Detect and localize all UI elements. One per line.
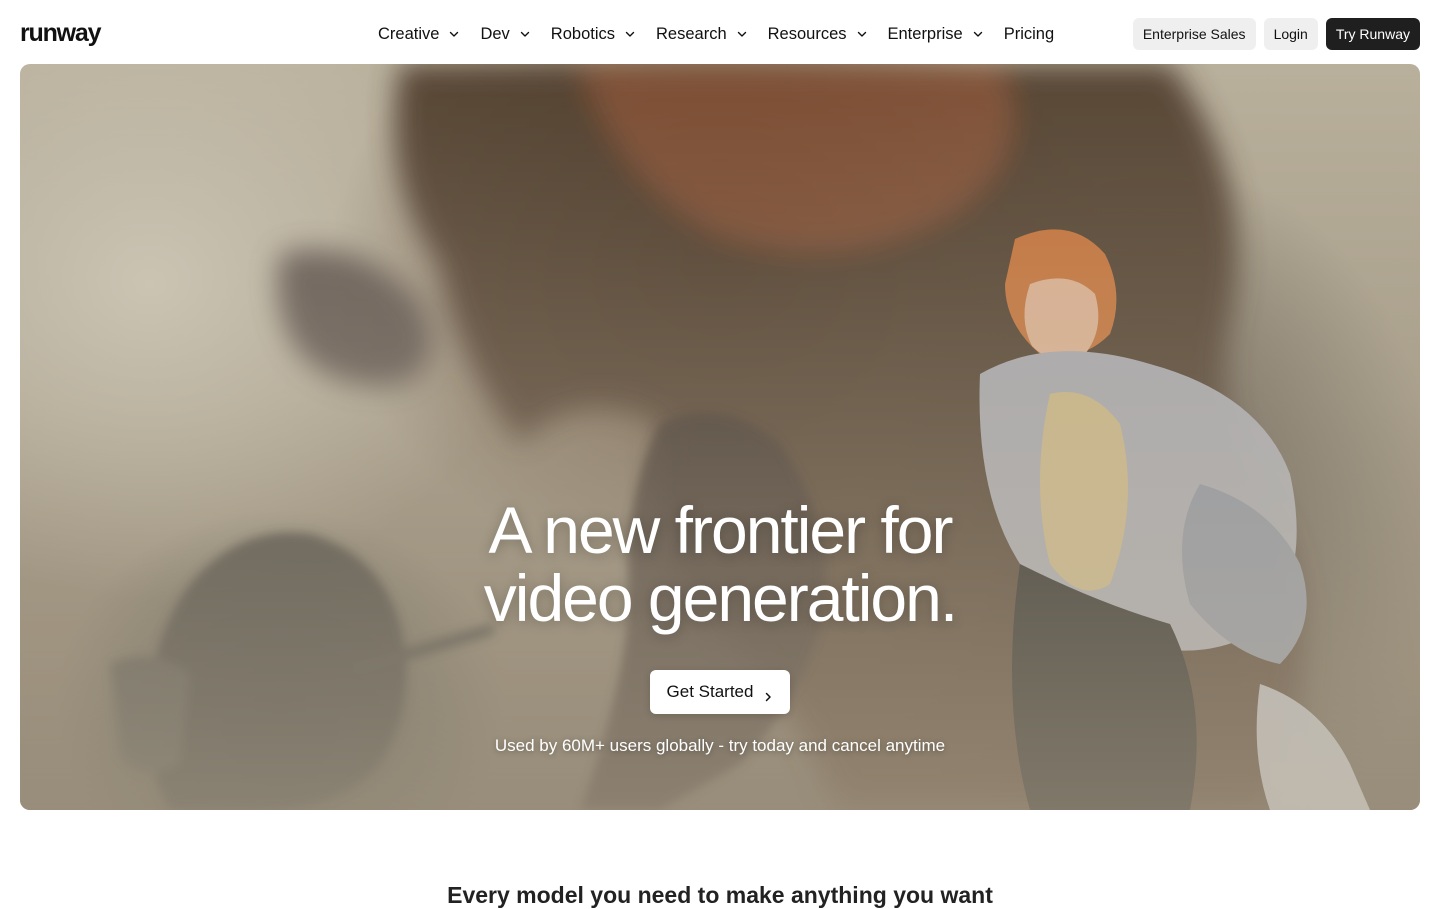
nav-item-research[interactable]: Research [646,17,758,51]
hero-title: A new frontier for video generation. [20,496,1420,632]
site-header: runway Creative Dev Robotics Research Re… [0,0,1440,64]
get-started-label: Get Started [666,682,754,701]
nav-item-label: Creative [378,25,440,43]
nav-item-pricing[interactable]: Pricing [994,17,1064,51]
nav-item-label: Resources [767,25,847,43]
chevron-right-icon [763,687,773,702]
nav-item-resources[interactable]: Resources [758,17,878,51]
enterprise-sales-button[interactable]: Enterprise Sales [1132,18,1256,50]
nav-item-creative[interactable]: Creative [368,17,470,51]
chevron-down-icon [519,28,531,40]
chevron-down-icon [448,28,460,40]
main-nav: Creative Dev Robotics Research Resources [368,17,1064,51]
nav-item-label: Dev [480,25,510,43]
try-runway-button[interactable]: Try Runway [1325,18,1420,50]
nav-item-label: Enterprise [887,25,963,43]
hero-banner: A new frontier for video generation. Get… [20,64,1420,810]
chevron-down-icon [972,28,984,40]
section-heading: Every model you need to make anything yo… [447,882,993,908]
nav-item-robotics[interactable]: Robotics [541,17,646,51]
chevron-down-icon [624,28,636,40]
nav-item-dev[interactable]: Dev [470,17,540,51]
login-button[interactable]: Login [1263,18,1318,50]
nav-item-label: Pricing [1003,25,1055,43]
hero-subtitle: Used by 60M+ users globally - try today … [494,736,946,755]
hero-title-line-1: A new frontier for [488,493,954,567]
nav-item-enterprise[interactable]: Enterprise [878,17,994,51]
header-actions: Enterprise Sales Login Try Runway [1132,18,1420,50]
chevron-down-icon [856,28,868,40]
runway-logo[interactable]: runway [20,18,102,48]
hero-title-line-2: video generation. [483,561,958,635]
get-started-button[interactable]: Get Started [650,670,790,714]
chevron-down-icon [736,28,748,40]
nav-item-label: Robotics [550,25,615,43]
nav-item-label: Research [656,25,727,43]
